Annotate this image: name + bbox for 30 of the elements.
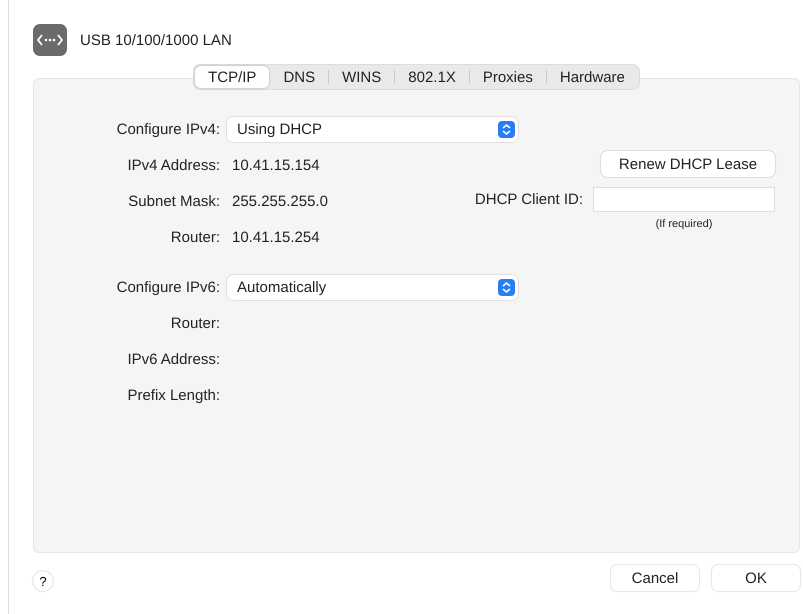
dialog-button[interactable]: OK — [712, 565, 800, 591]
field-label: DHCP Client ID: — [474, 191, 583, 208]
field-label: Configure IPv4: — [116, 120, 220, 138]
field-value: 10.41.15.254 — [231, 228, 321, 246]
tab[interactable]: Proxies — [470, 66, 546, 88]
field-label: Router: — [170, 228, 220, 246]
field-label: Subnet Mask: — [127, 192, 220, 210]
field-label: IPv4 Address: — [126, 156, 220, 174]
field-label: Configure IPv6: — [116, 278, 220, 296]
dialog-button[interactable]: Cancel — [611, 565, 699, 591]
tab[interactable]: DNS — [270, 66, 328, 88]
network-icon — [33, 24, 67, 56]
renew-button[interactable]: Renew DHCP Lease — [601, 151, 775, 177]
field-value: 10.41.15.154 — [231, 156, 321, 174]
field-label: IPv6 Address: — [126, 350, 220, 368]
stepper-icon — [498, 120, 515, 138]
hint-text: (If required) — [654, 218, 714, 230]
stepper-icon — [498, 278, 515, 296]
field-label: Router: — [170, 314, 220, 332]
help-button[interactable]: ? — [33, 571, 53, 591]
tab[interactable]: 802.1X — [395, 66, 469, 88]
popup-menu[interactable]: Using DHCP — [227, 116, 518, 142]
window-title: USB 10/100/1000 LAN — [80, 32, 232, 48]
client-id-field[interactable] — [593, 187, 775, 212]
tab[interactable]: WINS — [329, 66, 394, 88]
tab[interactable]: Hardware — [546, 66, 638, 88]
field-label: Prefix Length: — [126, 386, 220, 404]
field-value: 255.255.255.0 — [231, 192, 329, 210]
tab[interactable]: TCP/IP — [195, 66, 270, 88]
popup-menu[interactable]: Automatically — [227, 274, 518, 300]
